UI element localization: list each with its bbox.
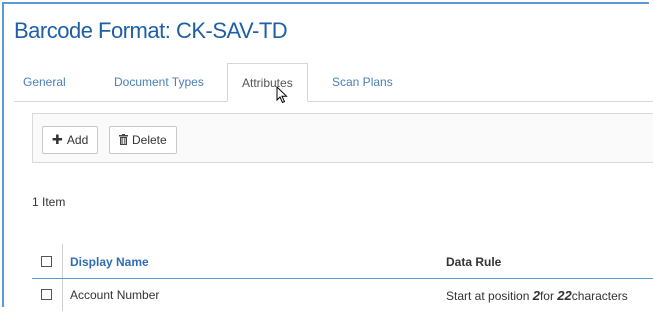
tab-bar: General Document Types Attributes Scan P… (14, 63, 653, 102)
data-rule-cell: Start at position 2for 22characters (446, 288, 628, 303)
rule-position: 2 (532, 288, 540, 303)
trash-icon (119, 128, 128, 154)
column-divider (62, 279, 63, 311)
select-all-checkbox[interactable] (41, 256, 52, 267)
table-row[interactable]: Account Number Start at position 2for 22… (32, 279, 653, 311)
plus-icon: ✚ (52, 132, 63, 147)
mouse-pointer-icon (276, 86, 288, 104)
rule-prefix: Start at position (446, 289, 533, 303)
rule-suffix: characters (571, 289, 628, 303)
tab-scan-plans[interactable]: Scan Plans (332, 63, 393, 101)
column-header-data-rule[interactable]: Data Rule (446, 255, 501, 269)
toolbar: ✚ Add Delete (32, 113, 653, 163)
delete-button[interactable]: Delete (109, 126, 177, 154)
tab-attributes[interactable]: Attributes (227, 63, 308, 102)
add-button-label: Add (66, 133, 89, 147)
delete-button-label: Delete (132, 133, 167, 147)
row-checkbox[interactable] (41, 289, 52, 300)
display-name-cell: Account Number (70, 288, 160, 302)
column-divider (62, 244, 63, 278)
rule-mid: for (539, 289, 558, 303)
column-header-display-name[interactable]: Display Name (70, 255, 149, 269)
table-header-row: Display Name Data Rule (32, 244, 653, 279)
attributes-table: Display Name Data Rule Account Number St… (32, 244, 653, 311)
item-count: 1 Item (32, 195, 66, 209)
tab-general[interactable]: General (23, 63, 66, 101)
add-button[interactable]: ✚ Add (42, 126, 99, 154)
tab-document-types[interactable]: Document Types (114, 63, 204, 101)
rule-length: 22 (557, 288, 572, 303)
page-title: Barcode Format: CK-SAV-TD (14, 18, 288, 43)
